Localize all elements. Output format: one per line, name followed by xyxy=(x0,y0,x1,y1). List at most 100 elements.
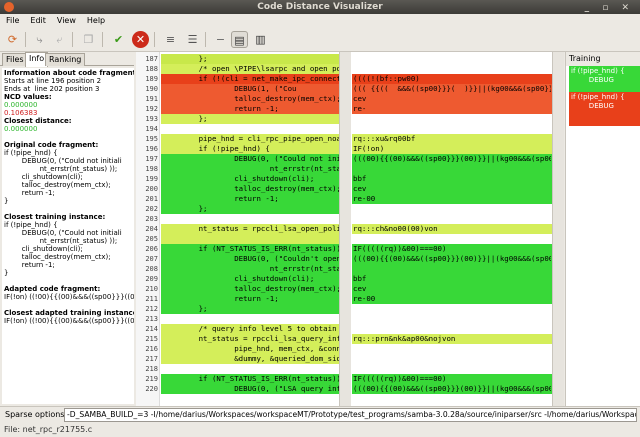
line-number: 200 xyxy=(145,185,158,193)
adapted-code-line[interactable] xyxy=(353,164,551,174)
align-right-icon[interactable]: ▥ xyxy=(252,31,269,48)
code-line[interactable]: return -1; xyxy=(163,194,339,204)
adapted-code-line[interactable]: re-00 xyxy=(353,194,551,204)
code-line[interactable]: nt_errstr(nt_status) )); xyxy=(163,164,339,174)
adapted-code-line[interactable] xyxy=(353,54,551,64)
info-heading: Information about code fragment: xyxy=(4,69,134,77)
adapted-code-line[interactable]: ((( {{(( &&&((sp00}}}( )}}||(kg00&&&(sp0… xyxy=(353,84,551,94)
code-line[interactable]: DEBUG(1, ("Cou xyxy=(163,84,339,94)
code-line[interactable]: &connect_hnd); xyxy=(163,234,339,244)
align-left-icon[interactable]: ▤ xyxy=(231,31,248,48)
code-line[interactable]: if (!(cli = net_make_ipc_connection(NET_… xyxy=(163,74,339,84)
adapted-code-line[interactable]: rq:::xu&rq00bf xyxy=(353,134,551,144)
line-number: 218 xyxy=(145,365,158,373)
adapted-code-line[interactable]: ((((!(bf::pw00) xyxy=(353,74,551,84)
adapted-code-line[interactable]: bbf xyxy=(353,274,551,284)
adapted-code-line[interactable] xyxy=(353,324,551,334)
adapted-code-line[interactable] xyxy=(353,264,551,274)
line-number: 195 xyxy=(145,135,158,143)
code-line[interactable]: return -1; xyxy=(163,104,339,114)
cancel-icon[interactable]: ✕ xyxy=(132,31,149,48)
menu-file[interactable]: File xyxy=(0,14,24,28)
tree-expand-icon[interactable]: ⤷ xyxy=(31,31,48,48)
code-line[interactable]: DEBUG(0, ("Couldn't open policy handle xyxy=(163,254,339,264)
apply-icon[interactable]: ✔ xyxy=(110,31,127,48)
code-line[interactable]: cli_shutdown(cli); xyxy=(163,274,339,284)
line-number: 197 xyxy=(145,155,158,163)
open-project-icon[interactable]: ⟳ xyxy=(4,31,21,48)
code-line[interactable]: cli_shutdown(cli); xyxy=(163,174,339,184)
adapted-code-line[interactable] xyxy=(353,304,551,314)
adapted-code-line[interactable]: rq:::ch&no00(00)von xyxy=(353,224,551,234)
adapted-code-line[interactable] xyxy=(353,314,551,324)
code-line[interactable]: if (!pipe_hnd) { xyxy=(163,144,339,154)
sparse-options-input[interactable]: -D_SAMBA_BUILD_=3 -I/home/darius/Workspa… xyxy=(64,408,637,422)
right-scrollbar[interactable] xyxy=(552,52,564,406)
code-line[interactable]: &dummy, &queried_dom_sid); xyxy=(163,354,339,364)
code-line[interactable]: DEBUG(0, ("Could not initialise lsa pipe xyxy=(163,154,339,164)
adapted-code-line[interactable]: IF(((((rq))&00)===00) xyxy=(353,244,551,254)
adapted-code-line[interactable]: cev xyxy=(353,184,551,194)
list-icon[interactable]: ≡ xyxy=(162,31,179,48)
menu-help[interactable]: Help xyxy=(81,14,110,28)
adapted-code-line[interactable]: IF(!on) xyxy=(353,144,551,154)
center-scrollbar[interactable] xyxy=(339,52,351,406)
code-line[interactable]: pipe_hnd, mem_ctx, &connect_hnd, 5, xyxy=(163,344,339,354)
adapted-code-line[interactable] xyxy=(353,234,551,244)
code-line[interactable]: talloc_destroy(mem_ctx); xyxy=(163,284,339,294)
adapted-code-line[interactable]: cev xyxy=(353,94,551,104)
code-line[interactable]: }; xyxy=(163,54,339,64)
adapted-code-line[interactable] xyxy=(353,64,551,74)
code-line[interactable]: nt_errstr(nt_status) )); xyxy=(163,264,339,274)
code-line[interactable]: if (NT_STATUS_IS_ERR(nt_status)) { xyxy=(163,244,339,254)
tree-collapse-icon[interactable]: ⤶ xyxy=(51,31,68,48)
adapted-code-line[interactable] xyxy=(353,344,551,354)
code-line[interactable]: /* query info level 5 to obtain sid of a… xyxy=(163,324,339,334)
training-instance-red[interactable]: if (!pipe_hnd) { DEBUG xyxy=(569,92,640,126)
adapted-code-line[interactable]: cev xyxy=(353,284,551,294)
code-line[interactable] xyxy=(163,214,339,224)
code-line[interactable] xyxy=(163,314,339,324)
menu-edit[interactable]: Edit xyxy=(24,14,51,28)
adapted-code-line[interactable]: bbf xyxy=(353,174,551,184)
adapted-code-line[interactable] xyxy=(353,114,551,124)
code-line[interactable] xyxy=(163,364,339,374)
adapted-code-line[interactable] xyxy=(353,354,551,364)
adapted-code-line[interactable]: re-00 xyxy=(353,294,551,304)
adapted-code-line[interactable]: (((00){{(00)&&&((sp00}}}(00)}}||(kg00&&&… xyxy=(353,254,551,264)
line-number: 203 xyxy=(145,215,158,223)
code-line[interactable]: nt_status = rpccli_lsa_query_info_policy… xyxy=(163,334,339,344)
code-line[interactable]: pipe_hnd = cli_rpc_pipe_open_noauth(cli,… xyxy=(163,134,339,144)
adapted-code-line[interactable]: IF(((((rq))&00)===00) xyxy=(353,374,551,384)
adapted-code-line[interactable] xyxy=(353,214,551,224)
line-number: 217 xyxy=(145,355,158,363)
code-line[interactable]: return -1; xyxy=(163,294,339,304)
line-number: 196 xyxy=(145,145,158,153)
code-line[interactable]: DEBUG(0, ("LSA query info failed: %s\n", xyxy=(163,384,339,394)
adapted-code-line[interactable]: (((00){{(00)&&&((sp00}}}(00)}}||(kg00&&&… xyxy=(353,384,551,394)
adapted-code-line[interactable]: (((00){{(00)&&&((sp00}}}(00)}}||(kg00&&&… xyxy=(353,154,551,164)
adapted-code-line[interactable] xyxy=(353,124,551,134)
minus-icon[interactable]: − xyxy=(212,31,229,48)
code-line[interactable]: talloc_destroy(mem_ctx); xyxy=(163,184,339,194)
window-controls[interactable]: _ ▫ ✕ xyxy=(585,1,634,15)
code-line[interactable]: /* open \PIPE\lsarpc and open policy han… xyxy=(163,64,339,74)
code-editor[interactable]: 187 }; 188 /* open \PIPE\lsarpc and open … xyxy=(136,52,564,406)
window-menu-icon[interactable] xyxy=(4,2,14,12)
code-line[interactable] xyxy=(163,124,339,134)
code-line[interactable]: talloc_destroy(mem_ctx); xyxy=(163,94,339,104)
tab-ranking[interactable]: Ranking xyxy=(45,53,86,66)
code-line[interactable]: }; xyxy=(163,204,339,214)
adapted-code-line[interactable] xyxy=(353,364,551,374)
code-line[interactable]: if (NT_STATUS_IS_ERR(nt_status)) { xyxy=(163,374,339,384)
adapted-code-line[interactable]: rq:::prn&nk&ap00&nojvon xyxy=(353,334,551,344)
code-line[interactable]: }; xyxy=(163,114,339,124)
code-line[interactable]: }; xyxy=(163,304,339,314)
adapted-code-line[interactable] xyxy=(353,204,551,214)
code-line[interactable]: nt_status = rpccli_lsa_open_policy2(pipe… xyxy=(163,224,339,234)
tab-files[interactable]: Files xyxy=(2,53,28,66)
copy-icon[interactable]: ❐ xyxy=(80,31,97,48)
details-icon[interactable]: ☰ xyxy=(184,31,201,48)
adapted-code-line[interactable]: re- xyxy=(353,104,551,114)
menu-view[interactable]: View xyxy=(51,14,81,28)
